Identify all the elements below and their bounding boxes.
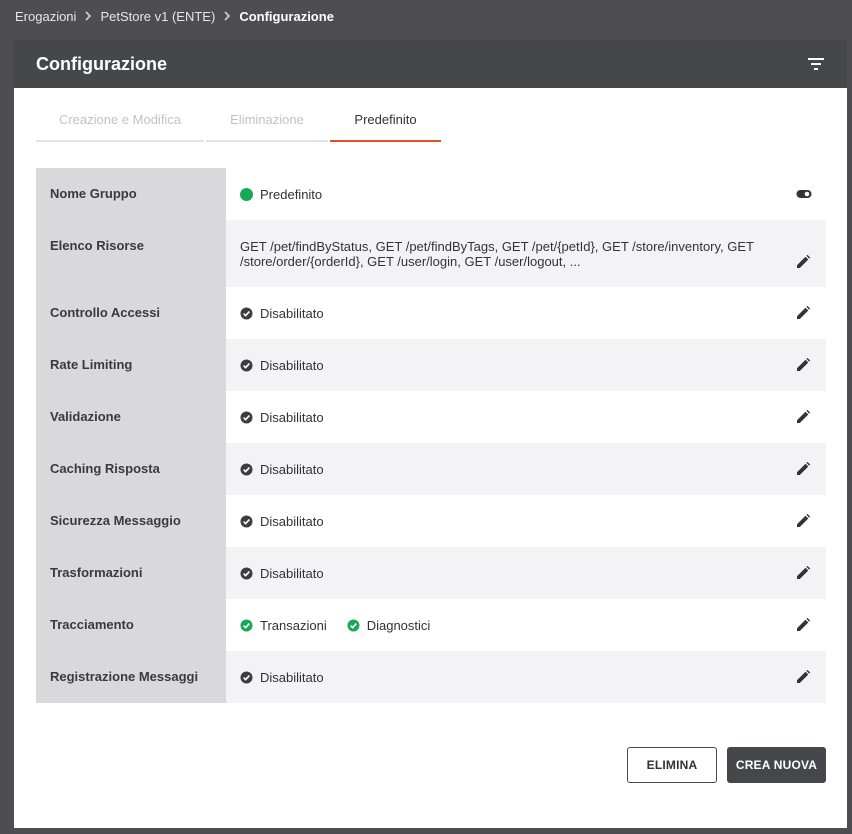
edit-icon[interactable]	[794, 356, 812, 374]
check-circle-icon	[240, 671, 253, 684]
row-value: Disabilitato	[226, 443, 826, 495]
edit-icon[interactable]	[794, 460, 812, 478]
row-label: Nome Gruppo	[36, 168, 226, 220]
action-bar: ELIMINA CREA NUOVA	[627, 747, 826, 783]
check-circle-icon	[347, 619, 360, 632]
row-value: Disabilitato	[226, 339, 826, 391]
edit-icon[interactable]	[794, 304, 812, 322]
row-label: Rate Limiting	[36, 339, 226, 391]
row-label: Sicurezza Messaggio	[36, 495, 226, 547]
check-circle-icon	[240, 567, 253, 580]
table-row: Rate Limiting Disabilitato	[36, 339, 826, 391]
breadcrumb: Erogazioni PetStore v1 (ENTE) Configuraz…	[15, 0, 334, 32]
tab-eliminazione[interactable]: Eliminazione	[206, 98, 328, 142]
breadcrumb-erogazioni[interactable]: Erogazioni	[15, 9, 76, 24]
config-table: Nome Gruppo Predefinito Elenco Risorse G…	[36, 168, 826, 703]
table-row: Elenco Risorse GET /pet/findByStatus, GE…	[36, 220, 826, 287]
edit-icon[interactable]	[794, 253, 812, 271]
card-header: Configurazione	[14, 40, 847, 88]
row-value: Disabilitato	[226, 287, 826, 339]
check-circle-icon	[240, 463, 253, 476]
row-label: Tracciamento	[36, 599, 226, 651]
tab-predefinito[interactable]: Predefinito	[330, 98, 441, 142]
row-label: Caching Risposta	[36, 443, 226, 495]
row-label: Controllo Accessi	[36, 287, 226, 339]
status-text: Disabilitato	[260, 357, 324, 373]
edit-icon[interactable]	[794, 408, 812, 426]
breadcrumb-configurazione: Configurazione	[239, 8, 334, 24]
tab-creazione-modifica[interactable]: Creazione e Modifica	[36, 98, 204, 142]
table-row: Trasformazioni Disabilitato	[36, 547, 826, 599]
row-value: Predefinito	[226, 168, 826, 220]
edit-icon[interactable]	[794, 564, 812, 582]
status-text: Disabilitato	[260, 669, 324, 685]
check-circle-icon	[240, 411, 253, 424]
status-text: Diagnostici	[366, 617, 431, 633]
edit-icon[interactable]	[794, 668, 812, 686]
delete-button[interactable]: ELIMINA	[627, 747, 717, 783]
row-value: Disabilitato	[226, 391, 826, 443]
group-name: Predefinito	[260, 186, 323, 202]
breadcrumb-petstore[interactable]: PetStore v1 (ENTE)	[100, 9, 215, 24]
tab-bar: Creazione e Modifica Eliminazione Predef…	[36, 98, 441, 142]
edit-icon[interactable]	[794, 512, 812, 530]
row-label: Validazione	[36, 391, 226, 443]
row-value: Transazioni Diagnostici	[226, 599, 826, 651]
table-row: Controllo Accessi Disabilitato	[36, 287, 826, 339]
configuration-card: Configurazione Creazione e Modifica Elim…	[14, 40, 847, 828]
status-dot-icon	[240, 187, 253, 201]
row-value: Disabilitato	[226, 547, 826, 599]
row-value: Disabilitato	[226, 495, 826, 547]
toggle-icon[interactable]	[796, 189, 812, 199]
table-row: Nome Gruppo Predefinito	[36, 168, 826, 220]
table-row: Registrazione Messaggi Disabilitato	[36, 651, 826, 703]
table-row: Sicurezza Messaggio Disabilitato	[36, 495, 826, 547]
row-label: Registrazione Messaggi	[36, 651, 226, 703]
edit-icon[interactable]	[794, 616, 812, 634]
status-text: Disabilitato	[260, 513, 324, 529]
table-row: Tracciamento Transazioni Diagnostici	[36, 599, 826, 651]
row-value: GET /pet/findByStatus, GET /pet/findByTa…	[226, 220, 826, 287]
status-text: Disabilitato	[260, 409, 324, 425]
chevron-right-icon	[84, 11, 92, 21]
chevron-right-icon	[223, 11, 231, 21]
table-row: Validazione Disabilitato	[36, 391, 826, 443]
row-label: Elenco Risorse	[36, 220, 226, 287]
status-text: Disabilitato	[260, 305, 324, 321]
create-new-button[interactable]: CREA NUOVA	[727, 747, 826, 783]
page-title: Configurazione	[36, 53, 167, 74]
check-circle-icon	[240, 359, 253, 372]
row-label: Trasformazioni	[36, 547, 226, 599]
row-value: Disabilitato	[226, 651, 826, 703]
check-circle-icon	[240, 619, 253, 632]
table-row: Caching Risposta Disabilitato	[36, 443, 826, 495]
status-text: Transazioni	[260, 617, 327, 633]
check-circle-icon	[240, 515, 253, 528]
status-text: Disabilitato	[260, 565, 324, 581]
check-circle-icon	[240, 307, 253, 320]
filter-icon[interactable]	[807, 57, 825, 71]
status-text: Disabilitato	[260, 461, 324, 477]
resource-list: GET /pet/findByStatus, GET /pet/findByTa…	[240, 238, 754, 269]
